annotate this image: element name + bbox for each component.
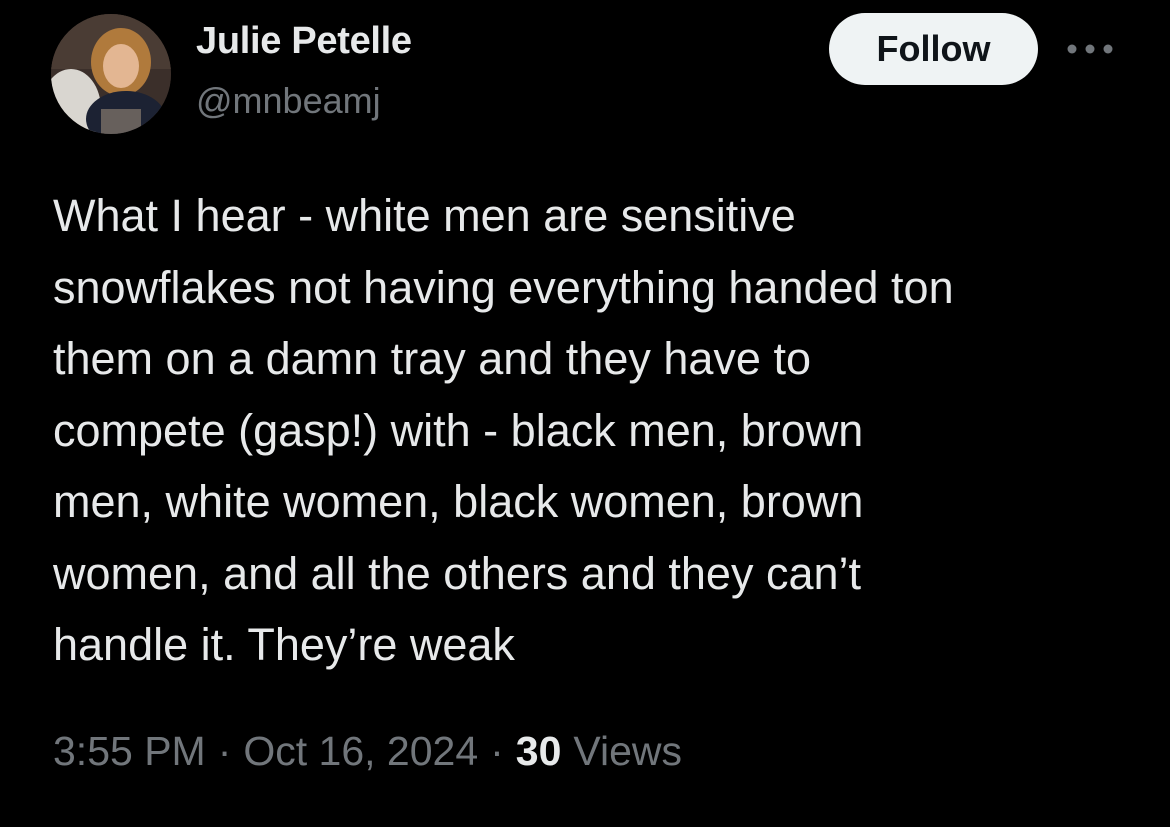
author-name[interactable]: Julie Petelle (196, 20, 412, 63)
avatar-photo-icon (51, 14, 171, 134)
avatar[interactable] (51, 14, 171, 134)
views-label: Views (573, 728, 683, 774)
views-count: 30 (515, 728, 562, 774)
separator: · (217, 728, 232, 774)
tweet-card: Julie Petelle @mnbeamj Follow What I hea… (0, 0, 1170, 827)
tweet-time[interactable]: 3:55 PM (53, 728, 206, 775)
author-handle[interactable]: @mnbeamj (196, 80, 381, 122)
follow-button[interactable]: Follow (829, 13, 1038, 85)
tweet-text: What I hear - white men are sensitive sn… (53, 190, 954, 670)
ellipsis-icon (1067, 44, 1113, 54)
separator: · (490, 728, 504, 774)
tweet-metadata: 3:55 PM · Oct 16, 2024 · 30 Views (53, 728, 682, 775)
more-options-button[interactable] (1066, 34, 1114, 64)
tweet-date[interactable]: Oct 16, 2024 (243, 728, 478, 775)
